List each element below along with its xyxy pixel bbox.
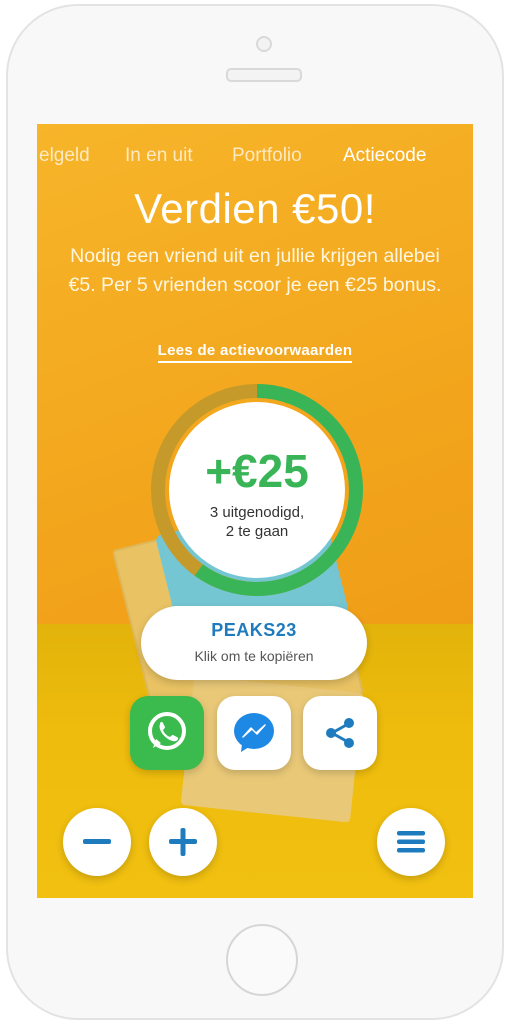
remaining-count: 2 te gaan [225, 523, 289, 540]
hamburger-menu-icon [397, 831, 425, 853]
speaker-grille [226, 68, 302, 82]
copy-hint: Klik om te kopiëren [194, 648, 314, 664]
tab-actiecode[interactable]: Actiecode [343, 144, 426, 168]
promo-code: PEAKS23 [211, 620, 297, 640]
menu-button[interactable] [377, 808, 445, 876]
plus-button[interactable] [149, 808, 217, 876]
promo-code-button[interactable]: PEAKS23 Klik om te kopiëren [141, 606, 367, 680]
minus-button[interactable] [63, 808, 131, 876]
tab-zakgeld[interactable]: elgeld [39, 144, 90, 168]
terms-link-container: Lees de actievoorwaarden [37, 342, 473, 363]
promo-description: Nodig een vriend uit en jullie krijgen a… [68, 245, 442, 296]
tab-in-en-uit[interactable]: In en uit [125, 144, 193, 168]
tab-bar: elgeld In en uit Portfolio Actiecode [37, 144, 473, 168]
messenger-icon [234, 713, 274, 752]
tab-portfolio[interactable]: Portfolio [232, 144, 302, 168]
app-screen: elgeld In en uit Portfolio Actiecode Ver… [37, 124, 473, 898]
invited-count: 3 uitgenodigd, [209, 504, 305, 521]
whatsapp-icon [148, 712, 186, 750]
terms-link[interactable]: Lees de actievoorwaarden [157, 342, 353, 363]
generic-share-button[interactable] [303, 696, 377, 770]
camera-icon [256, 36, 272, 52]
messenger-share-button[interactable] [217, 696, 291, 770]
bonus-amount: +€25 [205, 445, 309, 497]
home-button[interactable] [226, 924, 298, 996]
page-title: Verdien €50! [134, 185, 376, 232]
whatsapp-share-button[interactable] [130, 696, 204, 770]
share-icon [326, 718, 354, 748]
plus-icon [169, 828, 197, 856]
minus-icon [83, 839, 111, 844]
